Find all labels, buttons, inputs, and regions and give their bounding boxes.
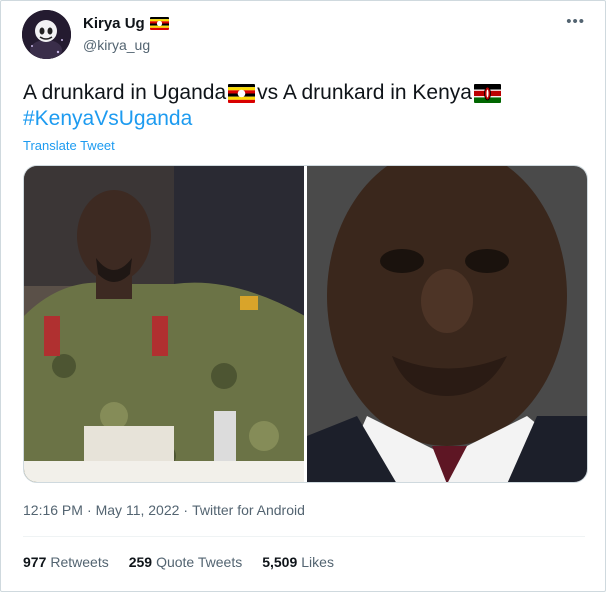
meta-separator: · — [183, 502, 189, 518]
kenya-flag-icon — [473, 83, 501, 103]
quote-tweets-label: Quote Tweets — [156, 554, 243, 570]
tweet-meta: 12:16 PM · May 11, 2022 · Twitter for An… — [23, 502, 305, 518]
divider — [23, 536, 585, 537]
avatar[interactable] — [22, 10, 71, 59]
retweets-label: Retweets — [50, 554, 109, 570]
more-horizontal-icon[interactable]: ••• — [566, 13, 585, 30]
retweets-stat[interactable]: 977 Retweets — [23, 554, 109, 570]
author-handle[interactable]: @kirya_ug — [83, 37, 150, 53]
author-name-row[interactable]: Kirya Ug — [83, 15, 169, 32]
quote-tweets-count: 259 — [128, 554, 153, 570]
tweet-source[interactable]: Twitter for Android — [192, 502, 305, 518]
meta-separator: · — [86, 502, 92, 518]
photo-soldier[interactable] — [24, 166, 304, 482]
translate-tweet-link[interactable]: Translate Tweet — [23, 138, 115, 153]
likes-count: 5,509 — [262, 554, 298, 570]
tweet-text-part1: A drunkard in Uganda — [23, 81, 227, 104]
photo-man-portrait[interactable] — [307, 166, 587, 482]
tweet-text-part2: vs A drunkard in Kenya — [257, 81, 472, 104]
author-name[interactable]: Kirya Ug — [83, 15, 145, 32]
uganda-flag-icon — [228, 83, 256, 103]
likes-stat[interactable]: 5,509 Likes — [262, 554, 334, 570]
quote-tweets-stat[interactable]: 259 Quote Tweets — [129, 554, 243, 570]
uganda-flag-icon — [149, 17, 169, 30]
hashtag-link[interactable]: #KenyaVsUganda — [23, 107, 192, 131]
tweet-media[interactable] — [23, 165, 588, 483]
tweet-date[interactable]: May 11, 2022 — [96, 502, 180, 518]
tweet-stats: 977 Retweets 259 Quote Tweets 5,509 Likes — [23, 554, 334, 570]
tweet-card: Kirya Ug @kirya_ug ••• A drunkard in Uga… — [0, 0, 606, 592]
likes-label: Likes — [301, 554, 334, 570]
tweet-text: A drunkard in Uganda vs A drunkard in Ke… — [23, 80, 503, 106]
retweets-count: 977 — [23, 554, 47, 570]
tweet-time[interactable]: 12:16 PM — [23, 502, 83, 518]
